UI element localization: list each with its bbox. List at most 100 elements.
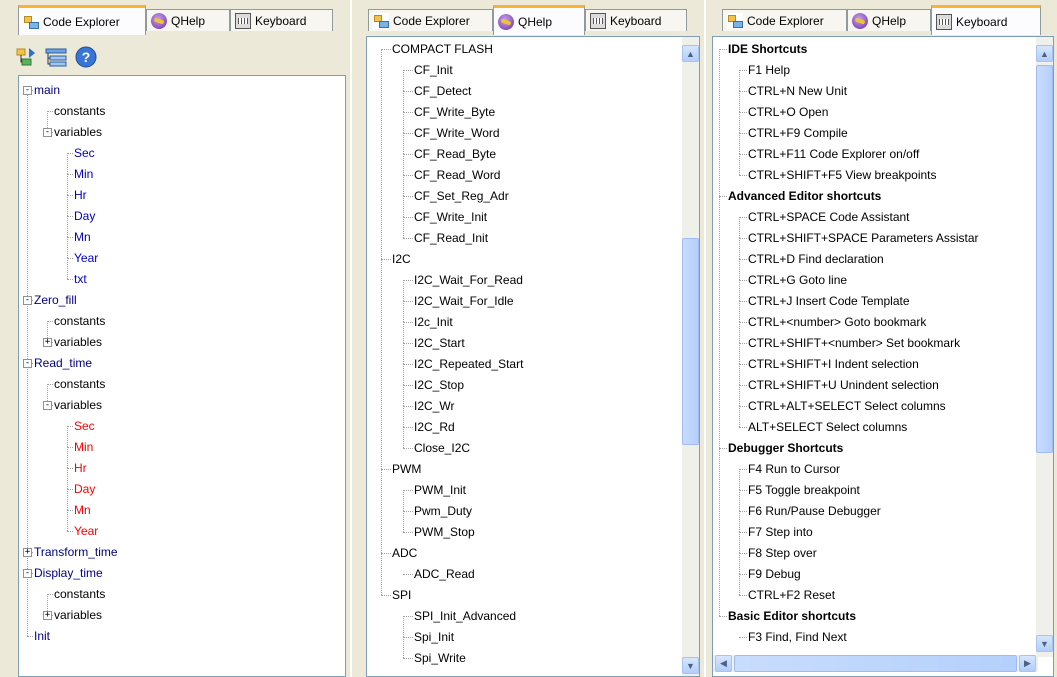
tree-node-label[interactable]: CTRL+SPACE Code Assistant (748, 207, 910, 228)
tree-node-label[interactable]: Basic Editor shortcuts (728, 606, 856, 627)
tree-node-label[interactable]: COMPACT FLASH (392, 39, 493, 60)
tree-node-label[interactable]: Debugger Shortcuts (728, 438, 843, 459)
tree-node-label[interactable]: CF_Set_Reg_Adr (414, 186, 509, 207)
tree-node-label[interactable]: Close_I2C (414, 438, 470, 459)
tree-node-label[interactable]: I2C_Repeated_Start (414, 354, 523, 375)
code-explorer-tree[interactable]: - main constants - variables Sec Min Hr Day Mn Yea… (18, 75, 346, 677)
tree-node-label[interactable]: PWM_Stop (414, 522, 475, 543)
tree-node-label[interactable]: CTRL+<number> Goto bookmark (748, 312, 926, 333)
tree-node-label[interactable]: Spi_Init (414, 627, 454, 648)
tree-node-label[interactable]: main (34, 80, 60, 101)
tree-node-label[interactable]: Day (74, 479, 95, 500)
scroll-thumb[interactable] (1036, 65, 1053, 453)
tree-node-label[interactable]: CTRL+SHIFT+U Unindent selection (748, 375, 939, 396)
tree-node-label[interactable]: Mn (74, 500, 91, 521)
tree-node-label[interactable]: CTRL+J Insert Code Template (748, 291, 910, 312)
tree-node-label[interactable]: IDE Shortcuts (728, 39, 807, 60)
tree-node-label[interactable]: CTRL+F2 Reset (748, 585, 835, 606)
tree-node-label[interactable]: Sec (74, 416, 95, 437)
tree-node-label[interactable]: Display_time (34, 563, 103, 584)
scroll-right-button[interactable]: ▶ (1019, 655, 1036, 672)
tree-node-label[interactable]: ALT+SELECT Select columns (748, 417, 907, 438)
tree-node-label[interactable]: constants (54, 374, 105, 395)
vertical-scrollbar[interactable]: ▲ ▼ (682, 37, 699, 676)
tab-qhelp[interactable]: QHelp (493, 5, 585, 35)
vertical-scrollbar[interactable]: ▲ ▼ (1036, 37, 1053, 657)
tree-node-label[interactable]: constants (54, 101, 105, 122)
tree-node-label[interactable]: Zero_fill (34, 290, 77, 311)
tree-node-label[interactable]: Spi_Write (414, 648, 466, 669)
tree-node-label[interactable]: I2C_Stop (414, 375, 464, 396)
tree-node-label[interactable]: Day (74, 206, 95, 227)
tree-node-label[interactable]: CTRL+SHIFT+I Indent selection (748, 354, 919, 375)
tree-node-label[interactable]: Min (74, 164, 93, 185)
tree-node-label[interactable]: CF_Read_Byte (414, 144, 496, 165)
tree-node-label[interactable]: Init (34, 626, 50, 647)
tree-node-label[interactable]: Year (74, 521, 98, 542)
keyboard-shortcuts-tree[interactable]: IDE Shortcuts F1 Help CTRL+N New Unit CTRL+… (712, 36, 1054, 677)
collapse-toggle[interactable]: - (43, 401, 52, 410)
tab-code-explorer[interactable]: Code Explorer (722, 9, 847, 31)
export-tree-icon[interactable] (14, 45, 38, 69)
scroll-down-button[interactable]: ▼ (1036, 635, 1053, 652)
tree-node-label[interactable]: Transform_time (34, 542, 118, 563)
tree-node-label[interactable]: I2c_Init (414, 312, 453, 333)
tree-node-label[interactable]: Mn (74, 227, 91, 248)
tree-node-label[interactable]: Sec (74, 143, 95, 164)
tree-node-label[interactable]: F1 Help (748, 60, 790, 81)
tree-node-label[interactable]: CTRL+G Goto line (748, 270, 847, 291)
tree-node-label[interactable]: CTRL+SHIFT+F5 View breakpoints (748, 165, 937, 186)
scroll-down-button[interactable]: ▼ (682, 657, 699, 674)
tree-node-label[interactable]: variables (54, 395, 102, 416)
tree-node-label[interactable]: Year (74, 248, 98, 269)
collapse-tree-icon[interactable] (44, 45, 68, 69)
tree-node-label[interactable]: Hr (74, 185, 87, 206)
tree-node-label[interactable]: CF_Read_Init (414, 228, 488, 249)
tree-node-label[interactable]: I2C (392, 249, 411, 270)
tree-node-label[interactable]: F3 Find, Find Next (748, 627, 847, 648)
tab-qhelp[interactable]: QHelp (146, 9, 230, 31)
scroll-left-button[interactable]: ◀ (715, 655, 732, 672)
horizontal-scrollbar[interactable]: ◀ ▶ (713, 655, 1038, 672)
expand-toggle[interactable]: + (43, 611, 52, 620)
collapse-toggle[interactable]: - (23, 359, 32, 368)
expand-toggle[interactable]: + (23, 548, 32, 557)
tree-node-label[interactable]: PWM (392, 459, 421, 480)
tree-node-label[interactable]: CF_Read_Word (414, 165, 500, 186)
tab-keyboard[interactable]: Keyboard (585, 9, 687, 31)
tree-node-label[interactable]: SPI_Init_Advanced (414, 606, 516, 627)
tree-node-label[interactable]: variables (54, 332, 102, 353)
tab-keyboard[interactable]: Keyboard (230, 9, 333, 31)
tree-node-label[interactable]: ADC_Read (414, 564, 475, 585)
tree-node-label[interactable]: CF_Write_Byte (414, 102, 495, 123)
tree-node-label[interactable]: CTRL+SHIFT+<number> Set bookmark (748, 333, 960, 354)
tab-qhelp[interactable]: QHelp (847, 9, 931, 31)
tree-node-label[interactable]: CTRL+O Open (748, 102, 828, 123)
tree-node-label[interactable]: CTRL+ALT+SELECT Select columns (748, 396, 946, 417)
tree-node-label[interactable]: CF_Write_Word (414, 123, 500, 144)
scroll-thumb[interactable] (682, 238, 699, 445)
tree-node-label[interactable]: Pwm_Duty (414, 501, 472, 522)
tree-node-label[interactable]: PWM_Init (414, 480, 466, 501)
collapse-toggle[interactable]: - (23, 86, 32, 95)
tree-node-label[interactable]: Hr (74, 458, 87, 479)
tab-code-explorer[interactable]: Code Explorer (18, 5, 146, 35)
tree-node-label[interactable]: F7 Step into (748, 522, 813, 543)
help-icon[interactable]: ? (74, 45, 98, 69)
scroll-up-button[interactable]: ▲ (682, 45, 699, 62)
tree-node-label[interactable]: CTRL+F9 Compile (748, 123, 848, 144)
qhelp-tree[interactable]: COMPACT FLASH CF_Init CF_Detect CF_Write_By… (366, 36, 700, 677)
tree-node-label[interactable]: txt (74, 269, 87, 290)
tree-node-label[interactable]: constants (54, 311, 105, 332)
tree-node-label[interactable]: F5 Toggle breakpoint (748, 480, 860, 501)
tree-node-label[interactable]: Read_time (34, 353, 92, 374)
tree-node-label[interactable]: CTRL+F11 Code Explorer on/off (748, 144, 919, 165)
tree-node-label[interactable]: F4 Run to Cursor (748, 459, 840, 480)
scroll-up-button[interactable]: ▲ (1036, 45, 1053, 62)
tree-node-label[interactable]: constants (54, 584, 105, 605)
tree-node-label[interactable]: CTRL+N New Unit (748, 81, 847, 102)
collapse-toggle[interactable]: - (23, 569, 32, 578)
tree-node-label[interactable]: CTRL+SHIFT+SPACE Parameters Assistar (748, 228, 979, 249)
tree-node-label[interactable]: SPI (392, 585, 411, 606)
tree-node-label[interactable]: F9 Debug (748, 564, 801, 585)
